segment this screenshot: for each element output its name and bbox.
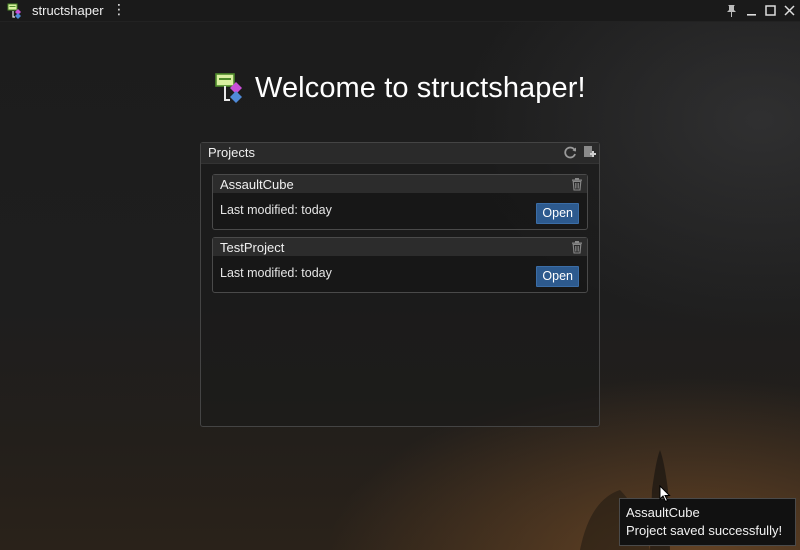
project-name: TestProject [220,240,285,255]
welcome-header: Welcome to structshaper! [214,68,586,108]
projects-panel-header: Projects [201,143,599,164]
maximize-icon[interactable] [763,3,778,18]
project-card-header: AssaultCube [213,175,587,193]
app-logo-icon [214,72,246,104]
minimize-icon[interactable] [744,3,759,18]
open-project-button[interactable]: Open [536,203,579,224]
project-last-modified: Last modified: today [220,203,332,217]
projects-panel: Projects AssaultCube Last modified: toda… [200,142,600,427]
project-card: AssaultCube Last modified: today Open [212,174,588,230]
close-icon[interactable] [782,3,797,18]
title-bar: structshaper ⋮ [0,0,800,22]
mouse-cursor-icon [659,485,671,503]
project-name: AssaultCube [220,177,294,192]
pin-icon[interactable] [724,3,739,18]
app-title: structshaper [32,3,104,18]
toast-notification: AssaultCube Project saved successfully! [619,498,796,546]
toast-message: Project saved successfully! [626,523,783,538]
project-last-modified: Last modified: today [220,266,332,280]
more-options-icon[interactable]: ⋮ [112,1,126,18]
delete-project-icon[interactable] [570,240,584,254]
app-logo-icon [7,3,23,19]
refresh-icon[interactable] [563,145,578,160]
project-card-header: TestProject [213,238,587,256]
welcome-title: Welcome to structshaper! [255,71,586,104]
toast-title: AssaultCube [626,505,700,520]
project-card: TestProject Last modified: today Open [212,237,588,293]
new-project-icon[interactable] [582,145,597,160]
delete-project-icon[interactable] [570,177,584,191]
projects-panel-title: Projects [208,145,255,160]
open-project-button[interactable]: Open [536,266,579,287]
